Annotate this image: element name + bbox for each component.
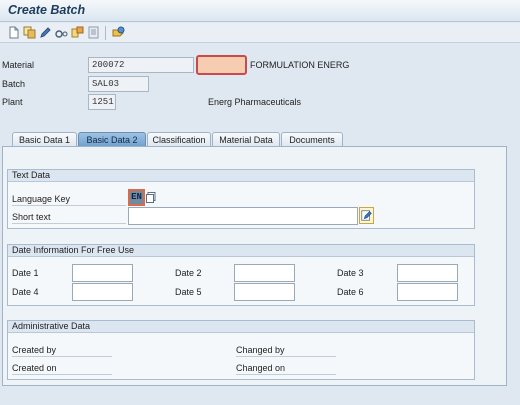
batch-field[interactable]: SAL03 xyxy=(88,76,149,92)
change-icon[interactable] xyxy=(39,26,52,39)
tab-documents[interactable]: Documents xyxy=(281,132,343,147)
possible-entries-icon[interactable] xyxy=(146,192,156,203)
label-underline xyxy=(236,356,336,357)
language-key-field[interactable]: EN xyxy=(128,189,145,206)
tab-basic-data-2[interactable]: Basic Data 2 xyxy=(78,132,146,147)
date-1-label: Date 1 xyxy=(12,268,39,278)
date-5-input[interactable] xyxy=(234,283,295,301)
date-4-label: Date 4 xyxy=(12,287,39,297)
material-field[interactable]: 200072 xyxy=(88,57,194,73)
short-text-input[interactable] xyxy=(128,207,358,225)
tab-classification[interactable]: Classification xyxy=(147,132,211,147)
date-2-label: Date 2 xyxy=(175,268,202,278)
date-6-label: Date 6 xyxy=(337,287,364,297)
batch-label: Batch xyxy=(2,79,26,89)
status-area xyxy=(0,387,520,405)
tab-basic-data-1[interactable]: Basic Data 1 xyxy=(12,132,77,147)
short-text-label: Short text xyxy=(12,212,51,222)
changed-on-label: Changed on xyxy=(236,363,286,373)
new-document-icon[interactable] xyxy=(7,26,20,39)
plant-label: Plant xyxy=(2,97,23,107)
window-title: Create Batch xyxy=(8,3,86,17)
date-2-input[interactable] xyxy=(234,264,295,282)
date-6-input[interactable] xyxy=(397,283,458,301)
title-bar: Create Batch xyxy=(0,0,520,22)
changed-by-label: Changed by xyxy=(236,345,285,355)
edit-text-icon xyxy=(361,210,372,221)
text-data-group-title: Text Data xyxy=(8,170,474,182)
label-underline xyxy=(12,374,112,375)
language-key-label: Language Key xyxy=(12,194,71,204)
date-1-input[interactable] xyxy=(72,264,133,282)
material-required-field[interactable] xyxy=(196,55,247,75)
date-info-group-title: Date Information For Free Use xyxy=(8,245,474,257)
long-text-edit-button[interactable] xyxy=(359,207,374,224)
date-3-label: Date 3 xyxy=(337,268,364,278)
plant-field[interactable]: 1251 xyxy=(88,94,116,110)
label-underline xyxy=(236,374,336,375)
class-icon[interactable] xyxy=(71,26,84,39)
material-label: Material xyxy=(2,60,35,70)
date-3-input[interactable] xyxy=(397,264,458,282)
tab-material-data[interactable]: Material Data xyxy=(212,132,280,147)
material-description: FORMULATION ENERG xyxy=(250,60,350,70)
created-by-label: Created by xyxy=(12,345,57,355)
object-services-icon[interactable] xyxy=(112,26,125,39)
label-underline xyxy=(12,205,126,206)
admin-data-group-title: Administrative Data xyxy=(8,321,474,333)
label-underline xyxy=(12,223,126,224)
label-underline xyxy=(12,356,112,357)
toolbar-separator xyxy=(105,26,106,40)
date-5-label: Date 5 xyxy=(175,287,202,297)
application-toolbar xyxy=(0,23,520,43)
display-icon[interactable] xyxy=(55,26,68,39)
documents-icon[interactable] xyxy=(87,26,100,39)
plant-description: Energ Pharmaceuticals xyxy=(208,97,302,107)
copy-icon[interactable] xyxy=(23,26,36,39)
created-on-label: Created on xyxy=(12,363,57,373)
date-4-input[interactable] xyxy=(72,283,133,301)
